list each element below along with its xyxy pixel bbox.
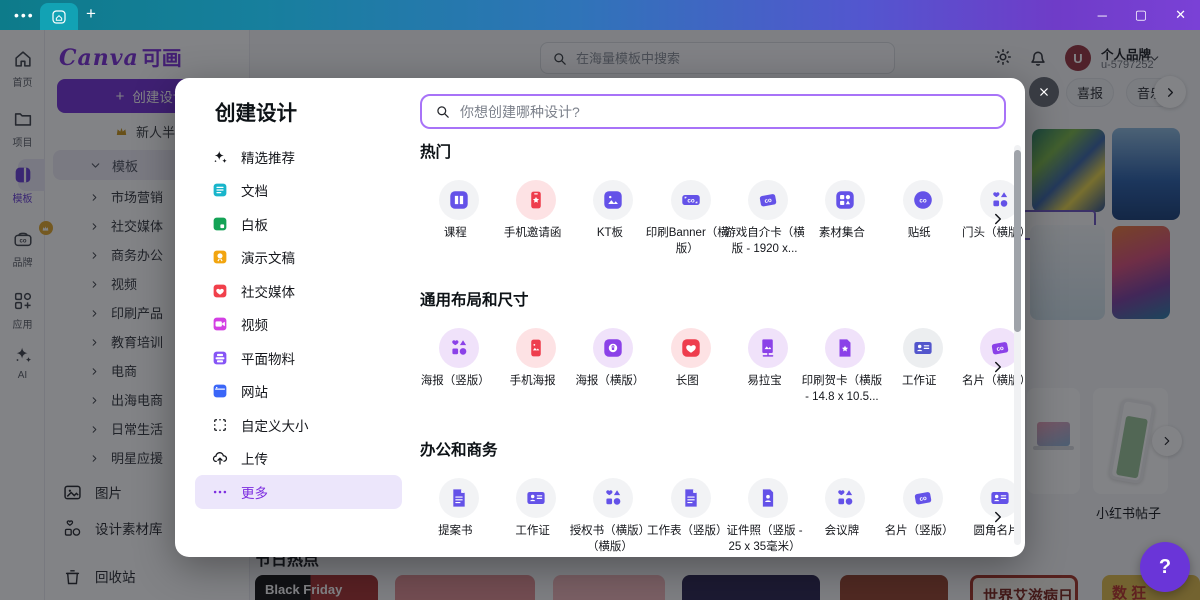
modal-close-button[interactable] bbox=[1029, 77, 1059, 107]
shapes-icon bbox=[834, 487, 856, 509]
close-window-button[interactable]: ✕ bbox=[1175, 7, 1186, 23]
menu-item-视频[interactable]: 视频 bbox=[195, 308, 402, 342]
menu-item-自定义大小[interactable]: 自定义大小 bbox=[195, 408, 402, 442]
design-category-menu: 精选推荐文档白板演示文稿社交媒体视频平面物料网站自定义大小上传更多 bbox=[195, 140, 402, 509]
section-热门: 热门课程手机邀请函KT板co印刷Banner（横版）co游戏自介卡（横版 - 1… bbox=[420, 140, 995, 257]
doc-icon bbox=[448, 487, 470, 509]
section-办公和商务: 办公和商务提案书工作证授权书（横版）（横版）工作表（竖版）证件照（竖版 - 25… bbox=[420, 438, 995, 555]
svg-text:co: co bbox=[918, 495, 927, 503]
design-type-易拉宝[interactable]: 易拉宝 bbox=[729, 328, 806, 405]
menu-item-精选推荐[interactable]: 精选推荐 bbox=[195, 140, 402, 174]
phone-image-icon bbox=[525, 337, 547, 359]
minimize-button[interactable]: ─ bbox=[1098, 8, 1107, 23]
screen: ••• + ─ ▢ ✕ 首页项目模板co品牌应用AI Canva可画 + 创建设… bbox=[0, 0, 1200, 600]
modal-title: 创建设计 bbox=[215, 96, 297, 126]
menu-item-平面物料[interactable]: 平面物料 bbox=[195, 341, 402, 375]
svg-text:co: co bbox=[764, 197, 773, 205]
video-menu-icon bbox=[211, 315, 229, 333]
pres-menu-icon bbox=[211, 248, 229, 266]
design-type-证件照（竖版 - 25 x 35毫米）[interactable]: 证件照（竖版 - 25 x 35毫米） bbox=[729, 478, 806, 555]
dashed-frame-icon bbox=[211, 416, 229, 434]
grid-tile-icon bbox=[834, 189, 856, 211]
sparkle-icon bbox=[211, 148, 229, 166]
section-title: 办公和商务 bbox=[420, 438, 995, 458]
titlebar: ••• + ─ ▢ ✕ bbox=[0, 0, 1200, 30]
design-type-手机海报[interactable]: 手机海报 bbox=[497, 328, 574, 405]
doc-icon bbox=[680, 487, 702, 509]
book-icon bbox=[448, 189, 470, 211]
heart-menu-icon bbox=[211, 282, 229, 300]
design-type-content: 热门课程手机邀请函KT板co印刷Banner（横版）co游戏自介卡（横版 - 1… bbox=[420, 78, 995, 557]
circle-co-icon: co bbox=[912, 189, 934, 211]
heart-tile-icon bbox=[680, 337, 702, 359]
section-scroll-right-button[interactable] bbox=[989, 358, 1007, 376]
shapes-icon bbox=[602, 487, 624, 509]
section-通用布局和尺寸: 通用布局和尺寸海报（竖版）手机海报海报（横版）长图易拉宝印刷贺卡（横版 - 14… bbox=[420, 288, 995, 405]
menu-item-文档[interactable]: 文档 bbox=[195, 174, 402, 208]
create-design-modal: 创建设计 精选推荐文档白板演示文稿社交媒体视频平面物料网站自定义大小上传更多 热… bbox=[175, 78, 1025, 557]
section-title: 热门 bbox=[420, 140, 995, 160]
section-scroll-right-button[interactable] bbox=[989, 508, 1007, 526]
menu-item-更多[interactable]: 更多 bbox=[195, 475, 402, 509]
id-card-icon bbox=[525, 487, 547, 509]
card-co-icon: co bbox=[757, 189, 779, 211]
design-type-素材集合[interactable]: 素材集合 bbox=[807, 180, 884, 257]
maximize-button[interactable]: ▢ bbox=[1135, 7, 1147, 23]
design-type-提案书[interactable]: 提案书 bbox=[420, 478, 497, 555]
dots-icon bbox=[211, 483, 229, 501]
cloud-up-icon bbox=[211, 449, 229, 467]
card-co-icon: co bbox=[912, 487, 934, 509]
doc-menu-icon bbox=[211, 181, 229, 199]
design-type-印刷Banner（横版）[interactable]: co印刷Banner（横版） bbox=[652, 180, 729, 257]
new-tab-button[interactable]: + bbox=[86, 4, 96, 24]
design-type-授权书（横版）（横版）[interactable]: 授权书（横版）（横版） bbox=[575, 478, 652, 555]
menu-item-上传[interactable]: 上传 bbox=[195, 442, 402, 476]
design-type-海报（横版）[interactable]: 海报（横版） bbox=[575, 328, 652, 405]
design-type-工作证[interactable]: 工作证 bbox=[884, 328, 961, 405]
svg-text:co: co bbox=[919, 197, 926, 204]
window-controls: ─ ▢ ✕ bbox=[1098, 0, 1186, 30]
phone-star-icon bbox=[525, 189, 547, 211]
design-type-海报（竖版）[interactable]: 海报（竖版） bbox=[420, 328, 497, 405]
design-type-工作证[interactable]: 工作证 bbox=[497, 478, 574, 555]
menu-item-社交媒体[interactable]: 社交媒体 bbox=[195, 274, 402, 308]
board-menu-icon bbox=[211, 215, 229, 233]
close-icon bbox=[1037, 85, 1051, 99]
svg-text:co: co bbox=[687, 198, 694, 205]
browser-tab-home[interactable] bbox=[40, 3, 78, 30]
design-type-游戏自介卡（横版 - 1920 x...[interactable]: co游戏自介卡（横版 - 1920 x... bbox=[729, 180, 806, 257]
web-menu-icon bbox=[211, 382, 229, 400]
design-type-贴纸[interactable]: co贴纸 bbox=[884, 180, 961, 257]
image-tile-icon bbox=[602, 189, 624, 211]
print-menu-icon bbox=[211, 349, 229, 367]
person-doc-icon bbox=[757, 487, 779, 509]
tab-overflow-menu[interactable]: ••• bbox=[14, 7, 35, 23]
design-type-工作表（竖版）[interactable]: 工作表（竖版） bbox=[652, 478, 729, 555]
shapes-icon bbox=[989, 189, 1011, 211]
design-type-会议牌[interactable]: 会议牌 bbox=[807, 478, 884, 555]
design-type-名片（竖版）[interactable]: co名片（竖版） bbox=[884, 478, 961, 555]
card-co-icon: co bbox=[989, 337, 1011, 359]
design-type-手机邀请函[interactable]: 手机邀请函 bbox=[497, 180, 574, 257]
modal-scrollbar[interactable] bbox=[1014, 150, 1021, 332]
star-doc-icon bbox=[834, 337, 856, 359]
design-type-课程[interactable]: 课程 bbox=[420, 180, 497, 257]
section-scroll-right-button[interactable] bbox=[989, 210, 1007, 228]
poster-icon bbox=[602, 337, 624, 359]
design-type-印刷贺卡（横版 - 14.8 x 10.5...[interactable]: 印刷贺卡（横版 - 14.8 x 10.5... bbox=[807, 328, 884, 405]
shapes-icon bbox=[448, 337, 470, 359]
menu-item-演示文稿[interactable]: 演示文稿 bbox=[195, 241, 402, 275]
id-card-icon bbox=[912, 337, 934, 359]
design-type-长图[interactable]: 长图 bbox=[652, 328, 729, 405]
menu-item-网站[interactable]: 网站 bbox=[195, 375, 402, 409]
section-title: 通用布局和尺寸 bbox=[420, 288, 995, 308]
help-button[interactable]: ? bbox=[1140, 542, 1190, 592]
menu-item-白板[interactable]: 白板 bbox=[195, 207, 402, 241]
svg-text:co: co bbox=[996, 345, 1005, 353]
design-type-KT板[interactable]: KT板 bbox=[575, 180, 652, 257]
id-card-icon bbox=[989, 487, 1011, 509]
banner-co-icon: co bbox=[680, 189, 702, 211]
home-tab-icon bbox=[51, 9, 67, 25]
rollup-icon bbox=[757, 337, 779, 359]
